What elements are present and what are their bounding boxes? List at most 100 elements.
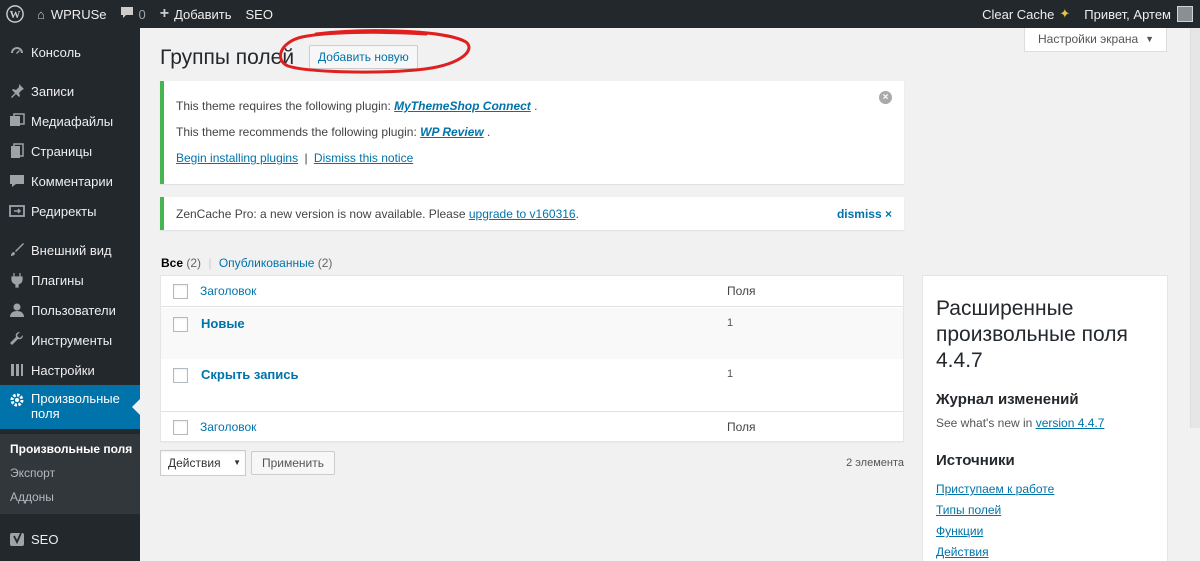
resource-link-actions[interactable]: Действия [936,545,989,559]
sidebar-item-label: Редиректы [31,203,97,219]
status-filters: Все (2) | Опубликованные (2) [161,256,332,270]
zencache-text: ZenCache Pro: a new version is now avail… [176,207,579,221]
sidebar-item-dashboard[interactable]: Консоль [0,37,140,67]
redirect-icon [8,203,25,220]
mythemeshop-connect-link[interactable]: MyThemeShop Connect [394,99,531,113]
clear-cache-link[interactable]: Clear Cache ✦ [975,0,1077,28]
row-fields-count: 1 [727,317,734,329]
column-fields-header: Поля [727,284,756,298]
submenu-item-export[interactable]: Экспорт [10,466,55,480]
sidebar-item-label: Произвольные поля [31,391,120,421]
plugin-notice: This theme requires the following plugin… [160,81,904,184]
comments-link[interactable]: 0 [113,0,152,28]
plugin-recommended-text: This theme recommends the following plug… [176,125,490,139]
filter-all[interactable]: Все [161,256,183,270]
submenu-item-field-groups[interactable]: Произвольные поля [10,442,132,456]
close-icon[interactable]: × [879,91,892,104]
chevron-down-icon: ▼ [233,458,241,467]
page-title: Группы полей [160,46,295,69]
zencache-dismiss-link[interactable]: dismiss × [837,207,892,221]
filter-separator: | [208,256,212,270]
plugin-required-prefix: This theme requires the following plugin… [176,99,395,113]
seo-link[interactable]: SEO [239,0,280,28]
version-link[interactable]: version 4.4.7 [1036,416,1105,430]
wp-review-link[interactable]: WP Review [420,125,484,139]
column-title-header[interactable]: Заголовок [200,284,256,298]
pushpin-icon [8,83,25,100]
admin-bar: W ⌂ WPRUSe 0 + Добавить SEO Clear Cache … [0,0,1200,28]
column-fields-footer: Поля [727,420,756,434]
sidebar-item-pages[interactable]: Страницы [0,136,140,166]
triangle-down-icon: ▼ [1145,34,1154,44]
changelog-text: See what's new in version 4.4.7 [936,416,1104,430]
filter-published-count: (2) [317,256,333,270]
screen-options-label: Настройки экрана [1038,32,1139,46]
appearance-icon [8,242,25,259]
sidebar-item-tools[interactable]: Инструменты [0,325,140,355]
resource-link-functions[interactable]: Функции [936,524,983,538]
sidebar-item-plugins[interactable]: Плагины [0,265,140,295]
dashboard-icon [8,44,25,61]
plugin-required-text: This theme requires the following plugin… [176,99,537,113]
resources-heading: Источники [936,452,1015,469]
new-content-link[interactable]: + Добавить [153,0,239,28]
zencache-notice: ZenCache Pro: a new version is now avail… [160,197,904,230]
sidebar-item-custom-fields[interactable]: Произвольные поля [0,385,140,429]
sidebar-item-label: Инструменты [31,332,113,348]
sidebar-item-users[interactable]: Пользователи [0,295,140,325]
wordpress-logo-icon[interactable]: W [0,0,30,28]
table-row: Новые 1 [161,308,903,359]
sidebar-item-label: Пользователи [31,302,116,318]
sidebar-item-appearance[interactable]: Внешний вид [0,235,140,265]
table-footer: Заголовок Поля [161,411,903,442]
row-title-link[interactable]: Новые [201,316,245,331]
tools-icon [8,332,25,349]
submenu-item-addons[interactable]: Аддоны [10,490,54,504]
red-annotation-circle [278,29,471,74]
row-checkbox[interactable] [173,368,188,383]
clear-cache-label: Clear Cache [982,6,1055,22]
separator: | [304,151,308,165]
main-content: Группы полей Добавить новую Настройки эк… [160,28,1200,561]
site-name-label: WPRUSe [50,6,107,22]
filter-published-label: Опубликованные [218,256,315,270]
zencache-upgrade-link[interactable]: upgrade to v160316 [469,207,576,221]
sidebar-item-label: SEO [31,531,59,547]
resource-link-getting-started[interactable]: Приступаем к работе [936,482,1054,496]
comments-icon [8,173,25,190]
row-fields-count: 1 [727,368,734,380]
comment-bubble-icon [120,6,134,22]
bulk-actions-select[interactable]: Действия ▼ [160,450,246,476]
filter-published[interactable]: Опубликованные [219,256,315,270]
home-icon: ⌂ [37,6,45,22]
users-icon [8,302,25,319]
yoast-icon [8,531,25,548]
dismiss-notice-link[interactable]: Dismiss this notice [314,151,413,165]
site-name-link[interactable]: ⌂ WPRUSe [30,0,113,28]
select-all-checkbox-footer[interactable] [173,420,188,435]
sidebar-item-label: Комментарии [31,173,113,189]
apply-button[interactable]: Применить [251,451,335,475]
resource-link-field-types[interactable]: Типы полей [936,503,1001,517]
sidebar-item-media[interactable]: Медиафайлы [0,106,140,136]
sidebar-item-seo[interactable]: SEO [0,524,140,554]
column-title-footer[interactable]: Заголовок [200,420,256,434]
row-title-link[interactable]: Скрыть запись [201,367,299,382]
sidebar-item-settings[interactable]: Настройки [0,355,140,385]
select-all-checkbox[interactable] [173,284,188,299]
begin-installing-link[interactable]: Begin installing plugins [176,151,298,165]
changelog-heading: Журнал изменений [936,391,1079,408]
row-checkbox[interactable] [173,317,188,332]
settings-icon [8,362,25,379]
my-account-link[interactable]: Привет, Артем [1077,0,1200,28]
sidebar-item-posts[interactable]: Записи [0,76,140,106]
screen-options-button[interactable]: Настройки экрана ▼ [1024,28,1167,52]
new-content-label: Добавить [174,6,232,22]
sidebar-item-redirects[interactable]: Редиректы [0,196,140,226]
sidebar-item-label: Страницы [31,143,93,159]
sidebar-item-comments[interactable]: Комментарии [0,166,140,196]
sidebar-item-label: Внешний вид [31,242,112,258]
filter-all-count: (2) [186,256,202,270]
custom-fields-submenu: Произвольные поля Экспорт Аддоны [0,434,140,514]
page-scrollbar[interactable] [1190,28,1200,428]
